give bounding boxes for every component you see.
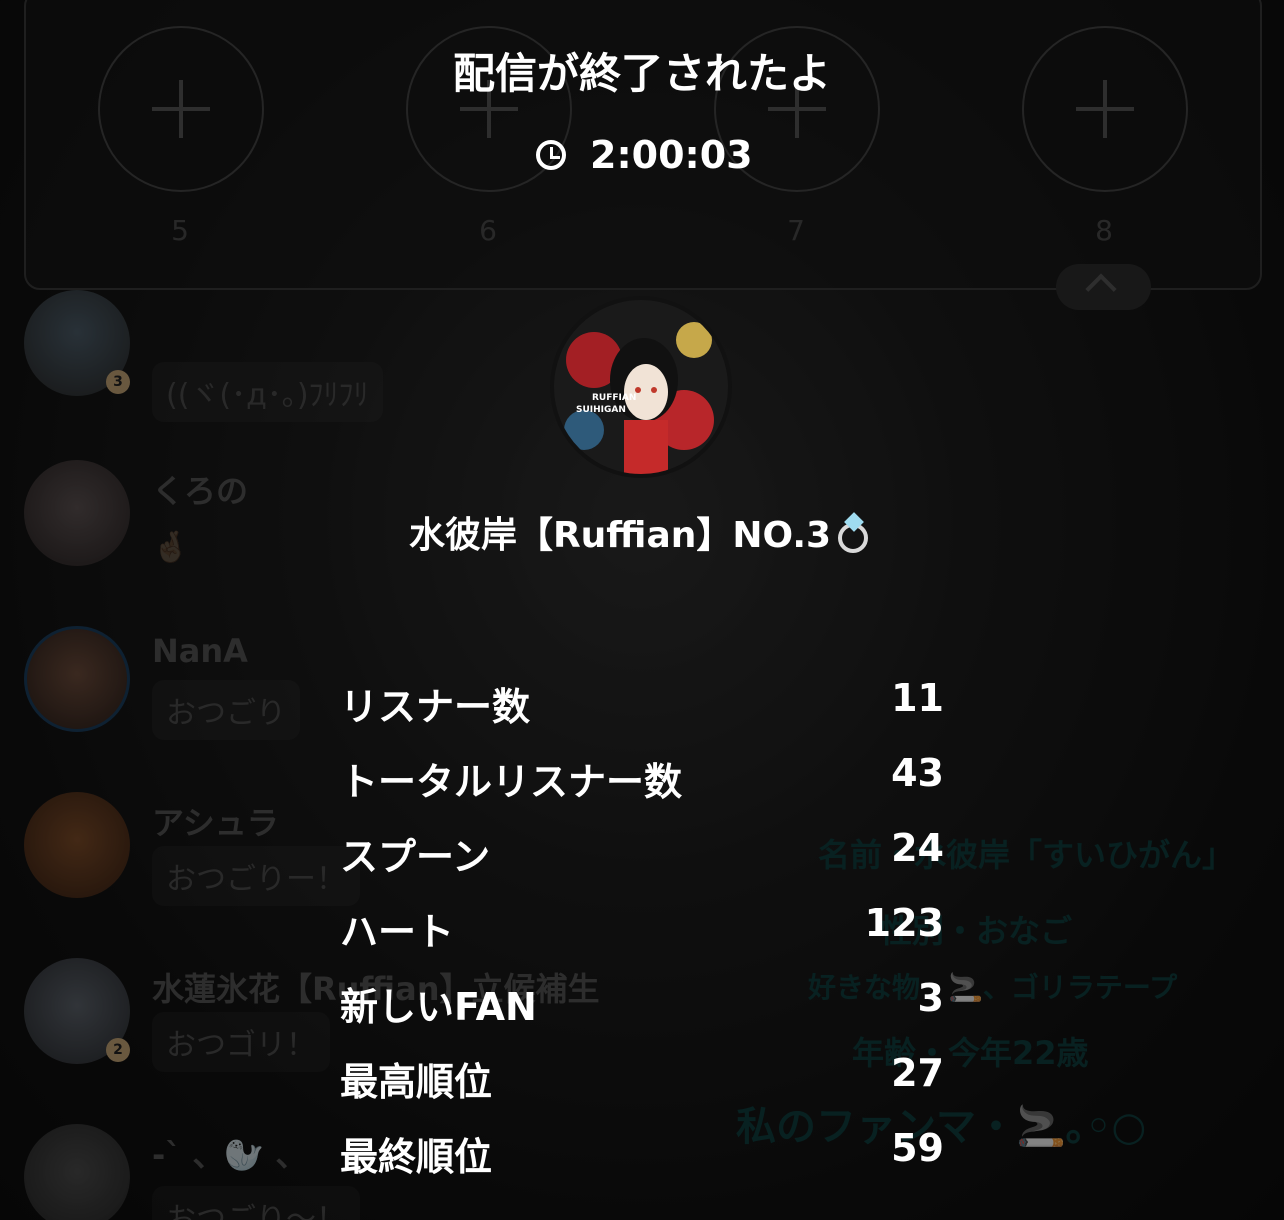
page-title: 配信が終了されたよ <box>452 49 831 98</box>
stat-value: 11 <box>891 676 944 720</box>
stat-label: リスナー数 <box>340 685 531 729</box>
stat-row: リスナー数 11 <box>340 676 944 736</box>
stat-row: ハート 123 <box>340 901 944 961</box>
avatar-image: RUFFIAN SUIHIGAN <box>554 300 728 474</box>
stat-value: 123 <box>864 901 944 945</box>
stat-label: 最終順位 <box>340 1135 493 1179</box>
svg-text:SUIHIGAN: SUIHIGAN <box>576 405 626 415</box>
stat-label: トータルリスナー数 <box>340 760 683 804</box>
stat-label: 新しいFAN <box>340 985 537 1029</box>
ring-icon <box>835 512 875 553</box>
profile-name-text: 水彼岸【Ruffian】NO.3 <box>408 515 832 556</box>
clock-icon <box>536 140 566 170</box>
stat-label: スプーン <box>340 835 491 879</box>
stat-label: ハート <box>340 910 455 954</box>
stat-row: トータルリスナー数 43 <box>340 751 944 811</box>
profile-avatar: RUFFIAN SUIHIGAN <box>550 296 732 478</box>
stream-duration: 2:00:03 <box>536 133 753 177</box>
profile-name: 水彼岸【Ruffian】NO.3 <box>0 506 1284 558</box>
stat-value: 59 <box>891 1126 944 1170</box>
stat-value: 43 <box>891 751 944 795</box>
stat-row: 最終順位 59 <box>340 1126 944 1186</box>
duration-text: 2:00:03 <box>590 133 753 177</box>
stat-value: 24 <box>891 826 944 870</box>
stream-ended-screen: 名前・水彼岸「すいひがん」 性別・おなご 好きな物・🚬、ゴリラテープ 年齢・今年… <box>0 0 1284 1220</box>
stat-row: スプーン 24 <box>340 826 944 886</box>
dim-overlay <box>0 0 1284 1220</box>
stat-value: 3 <box>917 976 944 1020</box>
avatar-logo-text: RUFFIAN <box>592 393 636 403</box>
stat-row: 新しいFAN 3 <box>340 976 944 1036</box>
stat-row: 最高順位 27 <box>340 1051 944 1111</box>
stat-value: 27 <box>891 1051 944 1095</box>
stat-label: 最高順位 <box>340 1060 493 1104</box>
